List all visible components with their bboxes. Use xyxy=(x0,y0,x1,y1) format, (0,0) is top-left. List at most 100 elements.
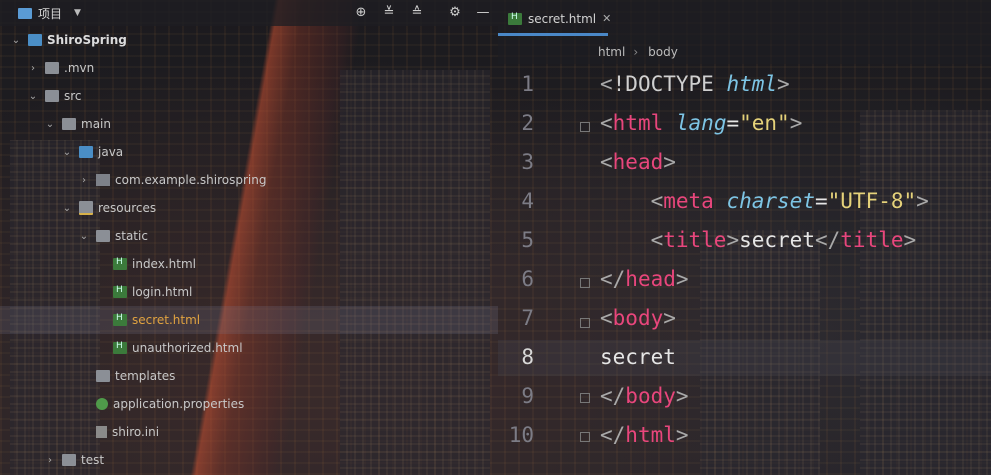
chevron-down-icon[interactable]: ⌄ xyxy=(44,119,56,130)
chevron-down-icon[interactable]: ⌄ xyxy=(61,203,73,214)
line-number: 8 xyxy=(521,345,534,369)
close-icon[interactable]: ✕ xyxy=(602,12,611,25)
code-line-4: <meta charset="UTF-8"> xyxy=(650,189,929,213)
tree-item-label: templates xyxy=(115,369,176,383)
chevron-down-icon[interactable]: ▼ xyxy=(74,8,81,18)
code-line-1: <!DOCTYPE html> xyxy=(600,72,790,96)
tree-item-label: index.html xyxy=(132,257,196,271)
tree-item[interactable]: login.html xyxy=(0,278,498,306)
chevron-down-icon[interactable]: ⌄ xyxy=(10,35,22,46)
code-line-10: </html> xyxy=(600,423,689,447)
tree-item-label: resources xyxy=(98,201,157,215)
code-line-6: </head> xyxy=(600,267,689,291)
expand-all-icon[interactable]: ≚ xyxy=(382,0,396,26)
breadcrumb: html › body xyxy=(498,40,991,64)
tree-item[interactable]: › com.example.shirospring xyxy=(0,166,498,194)
tree-item[interactable]: unauthorized.html xyxy=(0,334,498,362)
tree-item-label: application.properties xyxy=(113,397,245,411)
source-folder-icon xyxy=(79,146,93,158)
tree-item[interactable]: ⌄ resources xyxy=(0,194,498,222)
code-line-2: <html lang="en"> xyxy=(600,111,803,135)
fold-marker-icon[interactable] xyxy=(580,432,590,442)
tree-item[interactable]: › test xyxy=(0,446,498,474)
breadcrumb-item-html[interactable]: html xyxy=(498,45,625,59)
line-number: 5 xyxy=(521,228,534,252)
folder-icon xyxy=(45,90,59,102)
chevron-down-icon[interactable]: ⌄ xyxy=(61,147,73,158)
line-number: 1 xyxy=(521,72,534,96)
collapse-all-icon[interactable]: ≙ xyxy=(410,0,424,26)
code-line-3: <head> xyxy=(600,150,676,174)
html-file-icon xyxy=(508,12,522,25)
locate-icon[interactable]: ⊕ xyxy=(354,0,368,26)
line-number-gutter[interactable]: 1 2 3 4 5 6 7 8 9 10 xyxy=(498,64,590,475)
tree-item-label: static xyxy=(115,229,148,243)
tree-item[interactable]: index.html xyxy=(0,250,498,278)
tree-item-label: main xyxy=(81,117,111,131)
tree-item-label: .mvn xyxy=(64,61,95,75)
html-file-icon xyxy=(113,285,127,298)
project-panel-title: 项目 xyxy=(38,6,63,21)
fold-marker-icon[interactable] xyxy=(580,393,590,403)
tree-item[interactable]: ⌄ main xyxy=(0,110,498,138)
project-toolbar: ⊕ ≚ ≙ ⚙ — xyxy=(354,0,498,26)
line-number: 10 xyxy=(508,423,534,447)
tree-item[interactable]: shiro.ini xyxy=(0,418,498,446)
line-number: 2 xyxy=(521,111,534,135)
breadcrumb-separator: › xyxy=(633,45,639,59)
html-file-icon xyxy=(113,341,127,354)
line-number: 9 xyxy=(521,384,534,408)
folder-icon xyxy=(96,370,110,382)
module-folder-icon xyxy=(28,34,42,46)
tree-item-label: unauthorized.html xyxy=(132,341,243,355)
project-view-selector[interactable]: 项目 ▼ xyxy=(0,5,81,22)
chevron-right-icon[interactable]: › xyxy=(78,175,90,186)
code-line-8: secret xyxy=(600,345,676,369)
folder-icon xyxy=(62,118,76,130)
hide-icon[interactable]: — xyxy=(476,0,490,26)
chevron-right-icon[interactable]: › xyxy=(44,455,56,466)
gear-icon[interactable]: ⚙ xyxy=(448,0,462,26)
tree-item[interactable]: › .mvn xyxy=(0,54,498,82)
project-panel-header: 项目 ▼ ⊕ ≚ ≙ ⚙ — xyxy=(0,0,498,26)
html-file-icon xyxy=(113,313,127,326)
folder-icon xyxy=(45,62,59,74)
breadcrumb-item-body[interactable]: body xyxy=(638,45,678,59)
fold-marker-icon[interactable] xyxy=(580,122,590,132)
tree-item-label: test xyxy=(81,453,105,467)
ini-file-icon xyxy=(96,426,107,438)
line-number: 4 xyxy=(521,189,534,213)
line-number: 7 xyxy=(521,306,534,330)
tree-item[interactable]: secret.html xyxy=(0,306,498,334)
tree-item-label: ShiroSpring xyxy=(47,33,127,47)
tree-item-label: secret.html xyxy=(132,313,201,327)
tree-item[interactable]: templates xyxy=(0,362,498,390)
tree-item[interactable]: application.properties xyxy=(0,390,498,418)
code-line-5: <title>secret</title> xyxy=(650,228,917,252)
line-number: 3 xyxy=(521,150,534,174)
editor-tab-bar: secret.html ✕ xyxy=(498,0,991,40)
tree-item[interactable]: ⌄ ShiroSpring xyxy=(0,26,498,54)
tree-item[interactable]: ⌄ src xyxy=(0,82,498,110)
tree-item-label: login.html xyxy=(132,285,193,299)
chevron-down-icon[interactable]: ⌄ xyxy=(27,91,39,102)
tree-item-label: java xyxy=(98,145,124,159)
properties-file-icon xyxy=(96,398,108,410)
chevron-down-icon[interactable]: ⌄ xyxy=(78,231,90,242)
tab-secret-html[interactable]: secret.html ✕ xyxy=(498,4,611,36)
package-icon xyxy=(96,174,110,186)
line-number: 6 xyxy=(521,267,534,291)
tree-item[interactable]: ⌄ static xyxy=(0,222,498,250)
folder-icon xyxy=(62,454,76,466)
html-file-icon xyxy=(113,257,127,270)
project-icon xyxy=(18,7,32,19)
fold-marker-icon[interactable] xyxy=(580,278,590,288)
code-editor[interactable]: <!DOCTYPE html> <html lang="en"> <head> … xyxy=(600,64,991,475)
chevron-right-icon[interactable]: › xyxy=(27,63,39,74)
tab-label: secret.html xyxy=(528,11,597,26)
code-line-7: <body> xyxy=(600,306,676,330)
tree-item[interactable]: ⌄ java xyxy=(0,138,498,166)
fold-marker-icon[interactable] xyxy=(580,318,590,328)
tree-item-label: shiro.ini xyxy=(112,425,160,439)
tree-item-label: com.example.shirospring xyxy=(115,173,267,187)
